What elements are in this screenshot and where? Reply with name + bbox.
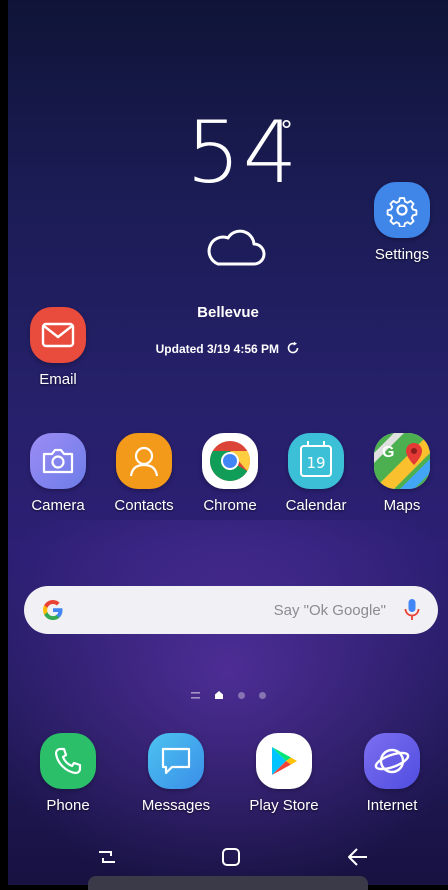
person-icon [116,433,172,489]
phone-icon [40,733,96,789]
app-email[interactable]: Email [18,307,98,388]
envelope-icon [30,307,86,363]
app-contacts[interactable]: Contacts [104,433,184,514]
home-button-icon[interactable] [220,846,242,868]
updated-text: Updated 3/19 4:56 PM [155,342,280,356]
app-camera[interactable]: Camera [18,433,98,514]
play-store-icon [256,733,312,789]
cloud-icon [207,229,266,266]
page-dot [237,691,245,699]
app-phone[interactable]: Phone [28,733,108,814]
app-chrome[interactable]: Chrome [190,433,270,514]
menu-lines-icon [190,691,200,699]
app-label-messages: Messages [141,797,211,814]
degree-symbol: ° [280,116,293,146]
chrome-icon [202,433,258,489]
app-label-camera: Camera [31,497,85,514]
map-icon: G [374,433,430,489]
planet-icon [364,733,420,789]
app-internet[interactable]: Internet [352,733,432,814]
app-settings[interactable]: Settings [362,182,442,263]
app-maps[interactable]: G Maps [362,433,442,514]
microphone-icon[interactable] [404,598,420,622]
search-hint: Say "Ok Google" [273,601,386,619]
home-page-icon [214,691,223,699]
app-label-play-store: Play Store [249,797,319,814]
home-screen: 54 ° Bellevue Updated 3/19 4:56 PM Setti… [8,0,448,885]
chat-bubble-icon [148,733,204,789]
page-dot [258,691,266,699]
svg-text:G: G [382,444,394,461]
app-label-email: Email [39,371,77,388]
app-label-internet: Internet [366,797,418,814]
app-play-store[interactable]: Play Store [244,733,324,814]
app-label-calendar: Calendar [285,497,347,514]
app-label-maps: Maps [383,497,421,514]
refresh-icon[interactable] [286,341,300,355]
app-label-chrome: Chrome [203,497,257,514]
calendar-icon: 19 [288,433,344,489]
gear-icon [374,182,430,238]
google-search-bar[interactable]: Say "Ok Google" [24,586,438,634]
page-indicator[interactable] [8,690,448,700]
app-calendar[interactable]: 19 Calendar [276,433,356,514]
camera-icon [30,433,86,489]
calendar-day: 19 [306,454,326,472]
google-logo-icon [43,600,63,620]
recent-apps-icon[interactable] [96,846,118,868]
app-label-contacts: Contacts [114,497,174,514]
bottom-handle [88,876,368,890]
app-label-settings: Settings [374,246,430,263]
navigation-bar [8,840,448,878]
back-arrow-icon[interactable] [346,846,370,868]
app-messages[interactable]: Messages [136,733,216,814]
app-label-phone: Phone [46,797,90,814]
